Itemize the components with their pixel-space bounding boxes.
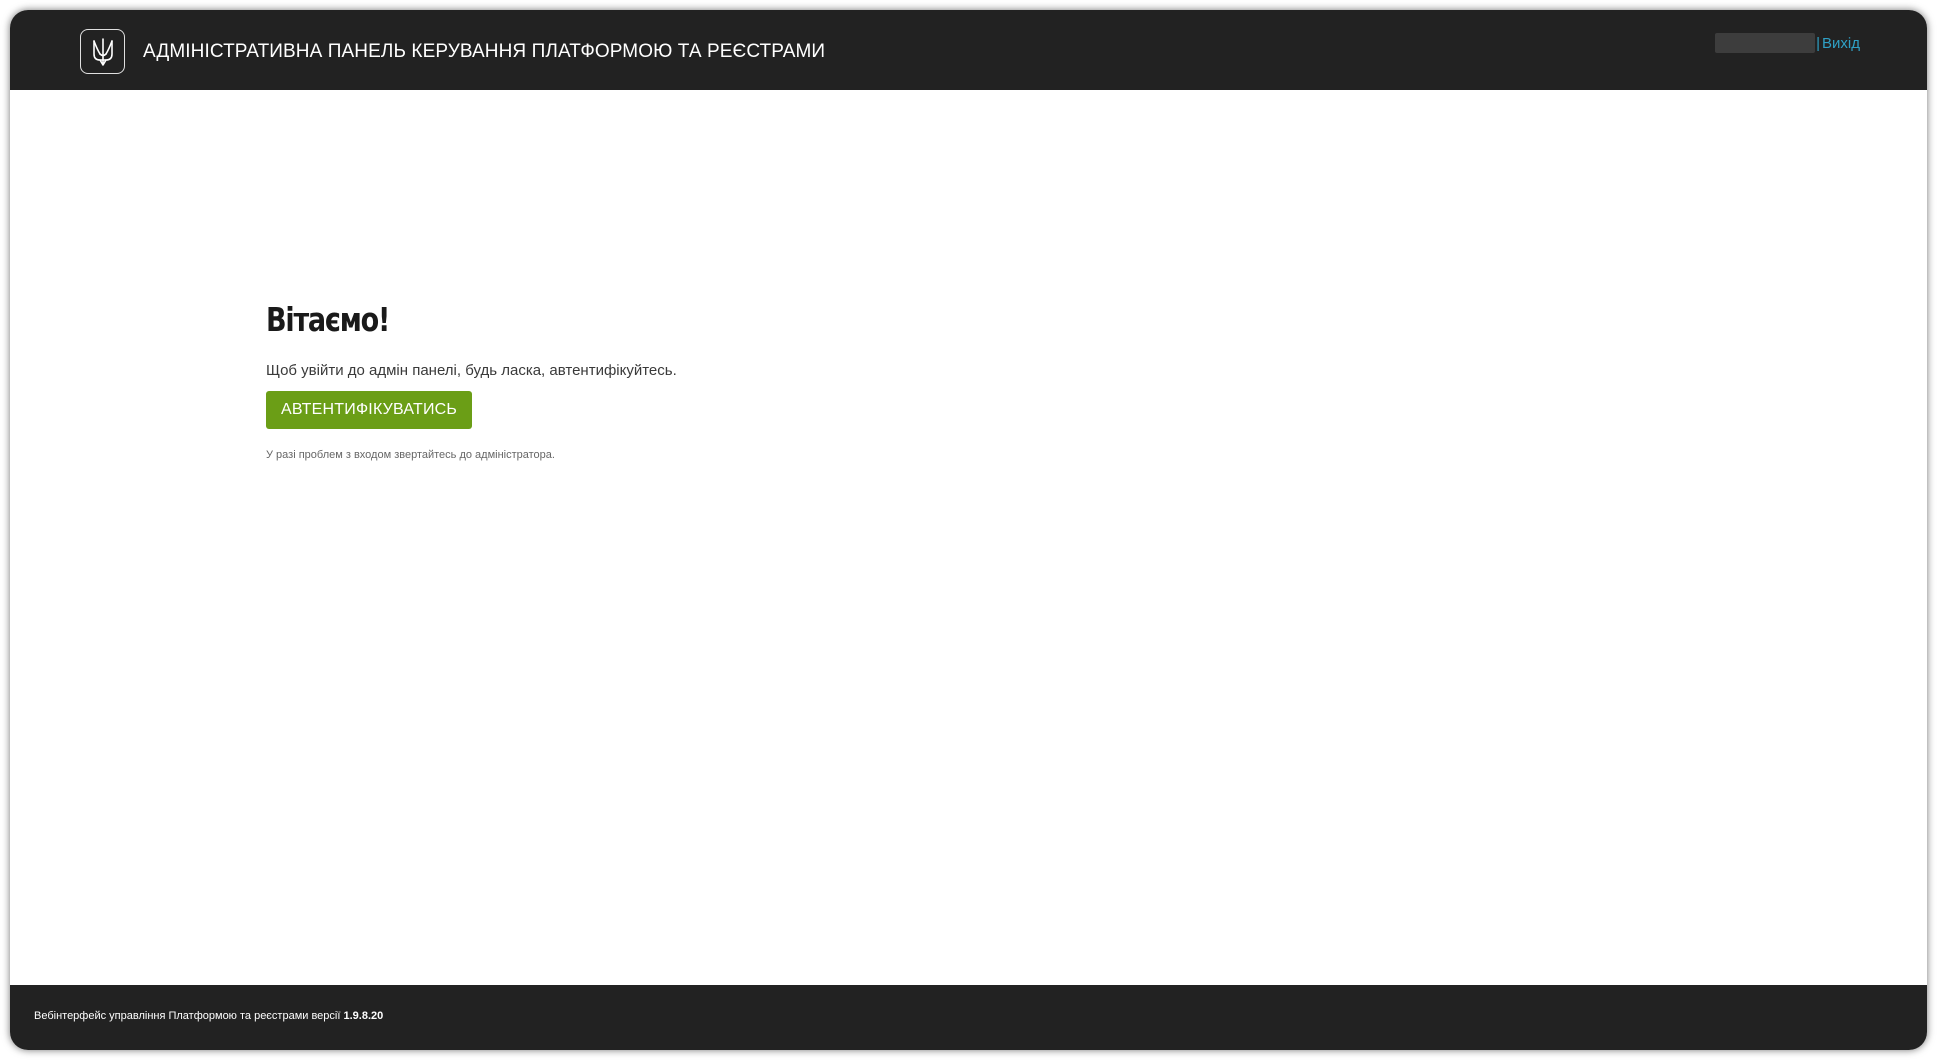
authenticate-button[interactable]: АВТЕНТИФІКУВАТИСЬ [266, 391, 473, 429]
main-content: Вітаємо! Щоб увійти до адмін панелі, буд… [10, 90, 1927, 985]
footer-label: Вебінтерфейс управління Платформою та ре… [34, 1010, 341, 1022]
footer-text: Вебінтерфейс управління Платформою та ре… [34, 1010, 383, 1022]
user-area: | Вихід [1715, 33, 1860, 53]
top-bar: АДМІНІСТРАТИВНА ПАНЕЛЬ КЕРУВАННЯ ПЛАТФОР… [10, 10, 1927, 90]
logout-link[interactable]: Вихід [1822, 35, 1860, 52]
app-title: АДМІНІСТРАТИВНА ПАНЕЛЬ КЕРУВАННЯ ПЛАТФОР… [143, 41, 826, 62]
footer-version: 1.9.8.20 [343, 1010, 384, 1022]
footer: Вебінтерфейс управління Платформою та ре… [10, 985, 1927, 1050]
trident-icon[interactable] [80, 29, 125, 74]
trident-icon-graphic [92, 37, 113, 66]
header-divider: | [1816, 34, 1821, 52]
user-name-redacted [1715, 33, 1816, 53]
welcome-block: Вітаємо! Щоб увійти до адмін панелі, буд… [266, 300, 677, 461]
welcome-heading: Вітаємо! [266, 300, 390, 339]
help-text: У разі проблем з входом звертайтесь до а… [266, 449, 555, 461]
app-window: АДМІНІСТРАТИВНА ПАНЕЛЬ КЕРУВАННЯ ПЛАТФОР… [10, 10, 1927, 1050]
welcome-description: Щоб увійти до адмін панелі, будь ласка, … [266, 362, 677, 379]
